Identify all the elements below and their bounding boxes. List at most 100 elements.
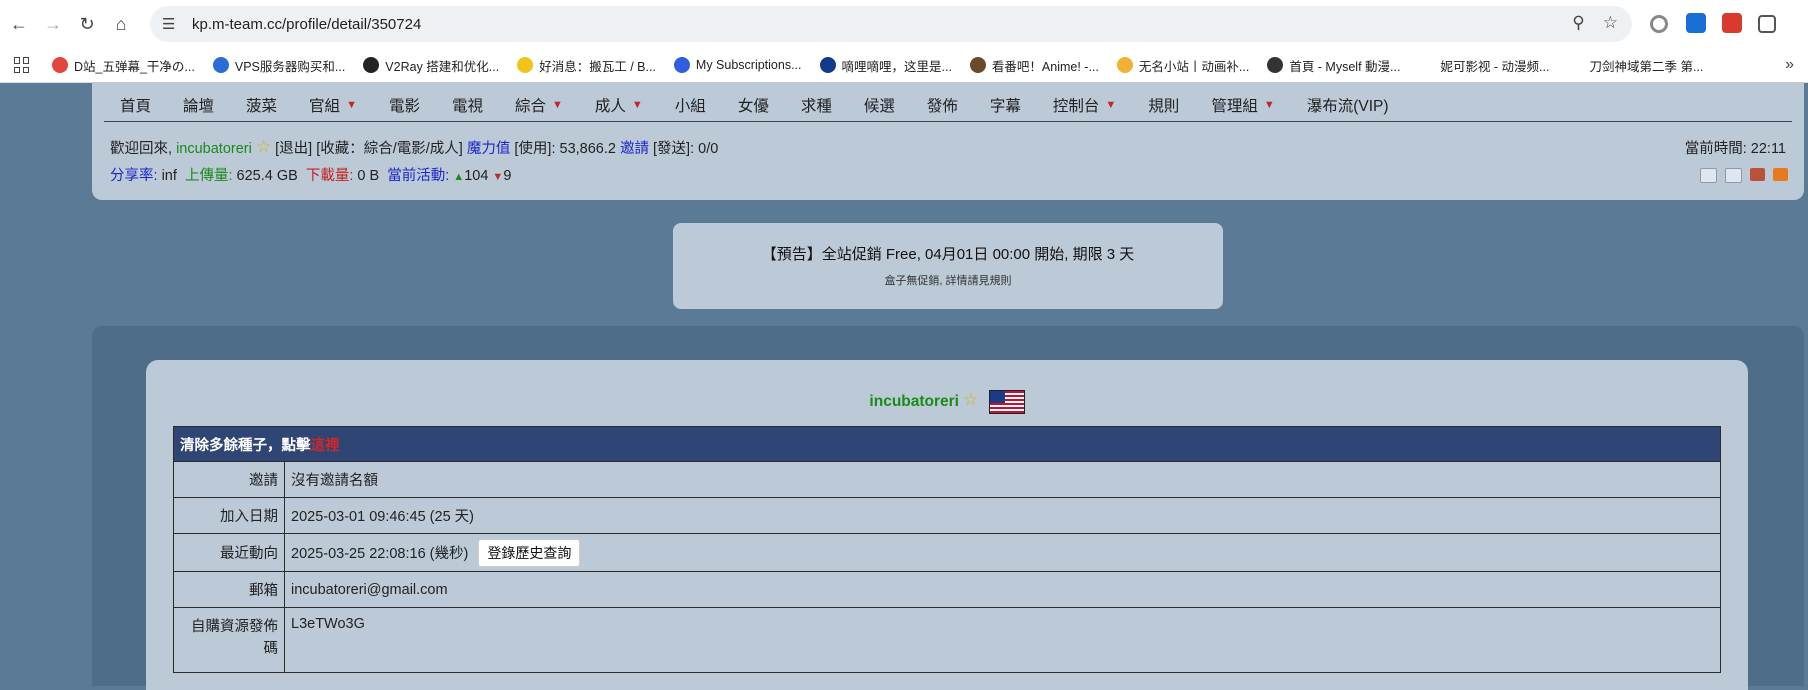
bookmark-label: 首頁 - Myself 動漫... (1289, 59, 1401, 74)
nav-item-label: 電視 (451, 98, 483, 115)
nav-item-label: 發佈 (926, 98, 958, 115)
forward-icon[interactable]: → (38, 9, 68, 39)
bookmark-item[interactable]: 看番吧！Anime! -... (969, 56, 1099, 75)
bookmark-item[interactable]: 嘀哩嘀哩，这里是... (819, 56, 952, 75)
bookmark-item[interactable]: 无名小站丨动画补... (1116, 56, 1250, 75)
address-bar[interactable]: ☰ kp.m-team.cc/profile/detail/350724 ⚲ ☆ (150, 6, 1632, 42)
reload-icon[interactable]: ↻ (72, 9, 102, 39)
nav-item[interactable]: 瀑布流(VIP) (1291, 88, 1405, 122)
login-history-button[interactable]: 登錄歷史查詢 (478, 538, 581, 567)
bookmark-label: VPS服务器购买和... (234, 59, 346, 74)
bookmark-item[interactable]: 刀剑神域第二季 第... (1567, 56, 1703, 75)
bookmark-favicon-icon (673, 57, 690, 73)
bookmark-item[interactable]: VPS服务器购买和... (212, 56, 346, 75)
ratio-value: inf (161, 168, 177, 184)
row-value: L3eTWo3G (284, 607, 1721, 673)
username-link[interactable]: incubatoreri (176, 141, 252, 157)
home-icon[interactable]: ⌂ (106, 9, 136, 39)
nav-item[interactable]: 首頁 (104, 88, 167, 122)
nav-item-label: 論壇 (183, 98, 215, 115)
nav-item[interactable]: 小組 (659, 88, 722, 122)
magic-use-text[interactable]: [使用]: 53,866.2 (514, 141, 616, 157)
nav-item-label: 菠菜 (246, 98, 278, 115)
nav-item[interactable]: 候選 (848, 88, 911, 122)
bookmark-favicon-icon (1418, 57, 1435, 73)
bookmark-item[interactable]: 首頁 - Myself 動漫... (1267, 56, 1400, 75)
download-value: 0 B (357, 168, 380, 184)
bookmark-favicon-icon (363, 57, 380, 73)
magic-value-link[interactable]: 魔力值 (467, 141, 511, 157)
extension-circle-icon[interactable] (1650, 15, 1668, 33)
table-row: 郵箱 incubatoreri@gmail.com (173, 571, 1721, 608)
banner-link[interactable]: 這裡 (311, 438, 340, 454)
bookmark-favicon-icon (1116, 57, 1133, 73)
nav-item[interactable]: 控制台 ▼ (1037, 88, 1132, 122)
apps-grid-icon[interactable] (14, 57, 30, 73)
bookmark-label: 好消息：搬瓦工 / B... (539, 59, 656, 74)
extensions-puzzle-icon[interactable] (1758, 15, 1776, 33)
bookmark-favicon-icon (1267, 57, 1284, 73)
nav-item-label: 女優 (737, 98, 769, 115)
bookmark-favicon-icon (969, 57, 986, 73)
star-icon: ☆ (963, 390, 979, 409)
inbox-icon[interactable] (1700, 168, 1717, 183)
zoom-icon[interactable]: ⚲ (1572, 13, 1584, 33)
invite-send-text[interactable]: [發送]: 0/0 (653, 141, 718, 157)
row-key: 郵箱 (173, 571, 285, 608)
dropdown-caret-icon: ▼ (631, 99, 643, 111)
nav-item[interactable]: 電影 (373, 88, 436, 122)
dropdown-caret-icon: ▼ (552, 99, 563, 111)
current-time: 當前時間: 22:11 (1684, 141, 1786, 157)
nav-item[interactable]: 女優 (722, 88, 785, 122)
bookmark-label: 无名小站丨动画补... (1138, 59, 1250, 74)
site-info-icon[interactable]: ☰ (162, 15, 184, 33)
bookmark-star-icon[interactable]: ☆ (1603, 13, 1618, 33)
seeding-count: 104 (464, 168, 489, 184)
bookmark-item[interactable]: 好消息：搬瓦工 / B... (517, 56, 656, 75)
bookmark-item[interactable]: V2Ray 搭建和优化... (363, 56, 499, 75)
nav-item-label: 規則 (1148, 98, 1180, 115)
dropdown-caret-icon: ▼ (346, 99, 357, 111)
nav-item[interactable]: 成人 ▼ (579, 88, 659, 122)
nav-item[interactable]: 論壇 (167, 88, 230, 122)
rss-icon[interactable] (1773, 168, 1788, 181)
bookmarks-bar: D站_五弹幕_干净の... VPS服务器购买和... V2Ray 搭建和优化... 好… (0, 48, 1808, 83)
profile-banner-row: 清除多餘種子，點擊這裡 (173, 426, 1721, 462)
nav-item[interactable]: 官組 ▼ (293, 88, 373, 122)
seeding-up-icon: ▲ (453, 171, 465, 183)
bookmark-item[interactable]: My Subscriptions... (673, 56, 802, 75)
header-mini-icons (1700, 168, 1788, 183)
nav-item-label: 字幕 (989, 98, 1021, 115)
friends-icon[interactable] (1750, 168, 1765, 181)
row-key: 邀請 (173, 461, 285, 498)
bookmark-label: 妮可影视 - 动漫频... (1440, 59, 1550, 74)
bookmark-item[interactable]: 妮可影视 - 动漫频... (1418, 56, 1549, 75)
logout-link[interactable]: [退出] (275, 141, 312, 157)
nav-item[interactable]: 求種 (785, 88, 848, 122)
nav-item[interactable]: 菠菜 (230, 88, 293, 122)
nav-item[interactable]: 發佈 (911, 88, 974, 122)
bookmark-favicon-icon (517, 57, 534, 73)
nav-item[interactable]: 電視 (436, 88, 499, 122)
favorites-link[interactable]: [收藏：綜合/電影/成人] (316, 141, 463, 157)
table-row: 自購資源發佈碼 L3eTWo3G (173, 607, 1721, 673)
nav-item[interactable]: 管理組 ▼ (1195, 88, 1290, 122)
nav-item[interactable]: 規則 (1132, 88, 1195, 122)
nav-item[interactable]: 字幕 (974, 88, 1037, 122)
nav-item[interactable]: 綜合 ▼ (499, 88, 579, 122)
back-icon[interactable]: ← (4, 9, 34, 39)
row-key: 加入日期 (173, 497, 285, 534)
table-row: 邀請 沒有邀請名額 (173, 461, 1721, 498)
bookmark-favicon-icon (1567, 57, 1584, 73)
row-key: 最近動向 (173, 533, 285, 572)
extension-translate-icon[interactable] (1686, 13, 1706, 33)
table-row: 加入日期 2025-03-01 09:46:45 (25 天) (173, 497, 1721, 534)
bookmark-item[interactable]: D站_五弹幕_干净の... (52, 56, 195, 75)
address-url[interactable]: kp.m-team.cc/profile/detail/350724 (192, 16, 421, 33)
bookmark-label: V2Ray 搭建和优化... (385, 59, 500, 74)
extension-red-icon[interactable] (1722, 13, 1742, 33)
more-bookmarks-icon[interactable]: » (1785, 56, 1794, 74)
browser-toolbar: ← → ↻ ⌂ ☰ kp.m-team.cc/profile/detail/35… (0, 0, 1808, 48)
sentbox-icon[interactable] (1725, 168, 1742, 183)
invite-link[interactable]: 邀請 (620, 141, 649, 157)
